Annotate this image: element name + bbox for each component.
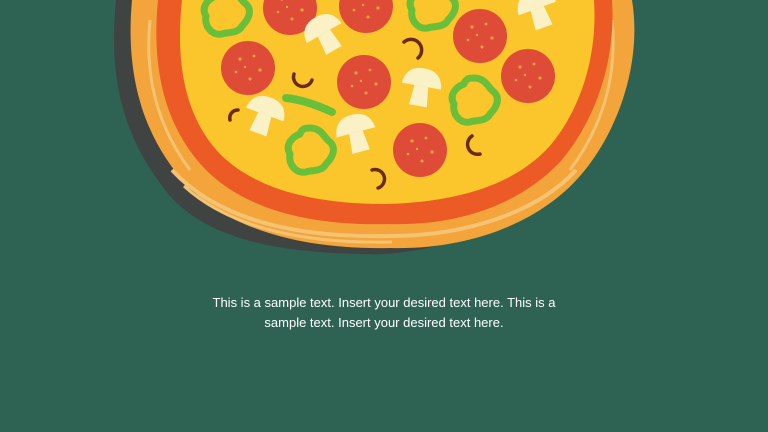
slide: This is a sample text. Insert your desir… [0,0,768,432]
pizza-icon [113,0,635,255]
caption-text: This is a sample text. Insert your desir… [212,295,556,330]
